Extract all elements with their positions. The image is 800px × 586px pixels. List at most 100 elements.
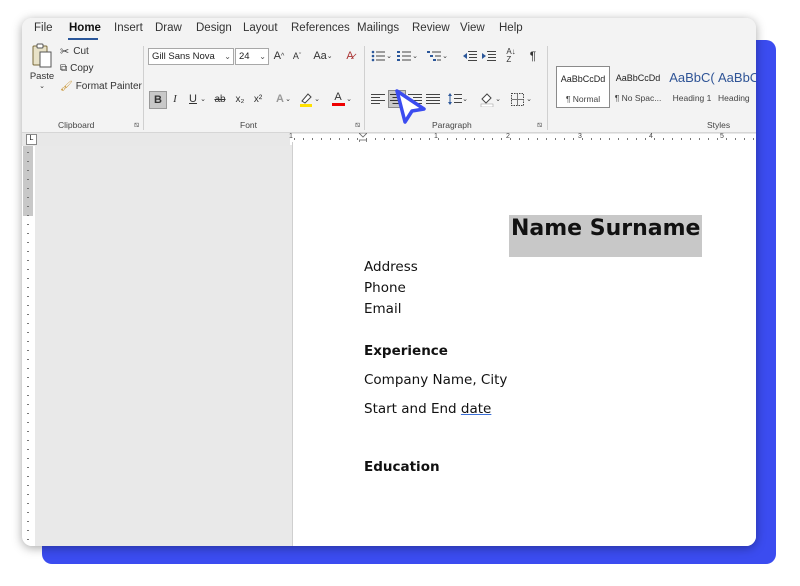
chevron-down-icon[interactable]: ⌄: [39, 82, 45, 90]
tab-view[interactable]: View: [460, 22, 485, 34]
styles-group-label: Styles: [707, 120, 731, 130]
tab-layout[interactable]: Layout: [243, 22, 278, 34]
style-no-spacing[interactable]: AaBbCcDd ¶ No Spac...: [611, 66, 665, 108]
vertical-ruler[interactable]: [22, 146, 36, 546]
tab-file[interactable]: File: [34, 22, 53, 34]
bold-button[interactable]: B: [149, 91, 167, 109]
style-name: ¶ Normal: [565, 94, 601, 104]
decrease-indent-button[interactable]: [462, 48, 478, 64]
style-sample: AaBbCcDd: [615, 73, 661, 83]
ruler-tick: [294, 138, 295, 140]
change-case-button[interactable]: Aa ⌄: [311, 48, 335, 64]
clear-formatting-icon: A̷: [346, 50, 354, 62]
tab-draw[interactable]: Draw: [155, 22, 182, 34]
ruler-tick: [27, 233, 29, 234]
ruler-number: 1: [289, 133, 293, 140]
cut-button[interactable]: ✂ Cut: [60, 45, 89, 58]
ruler-tick: [546, 138, 547, 140]
ruler-tick: [27, 485, 29, 486]
email-line[interactable]: Email: [364, 301, 401, 317]
chevron-down-icon[interactable]: ⌄: [461, 91, 469, 107]
borders-button[interactable]: [509, 91, 525, 107]
ruler-tick: [27, 413, 29, 414]
company-line[interactable]: Company Name, City: [364, 372, 507, 388]
chevron-down-icon[interactable]: ⌄: [199, 91, 207, 107]
bullets-button[interactable]: [370, 48, 386, 64]
copy-button[interactable]: ⧉ Copy: [60, 63, 94, 74]
font-name-select[interactable]: Gill Sans Nova ⌄: [148, 48, 234, 65]
line-spacing-icon: [448, 93, 462, 105]
tab-help[interactable]: Help: [499, 22, 523, 34]
italic-button[interactable]: I: [167, 91, 183, 107]
font-size-select[interactable]: 24 ⌄: [235, 48, 269, 65]
clear-formatting-button[interactable]: A̷: [342, 48, 358, 64]
tab-selector-icon[interactable]: L: [26, 134, 37, 145]
copy-icon: ⧉: [60, 63, 68, 74]
tab-references[interactable]: References: [291, 22, 350, 34]
dialog-launcher-icon[interactable]: ⧅: [134, 120, 139, 130]
ruler-tick: [339, 138, 340, 140]
chevron-down-icon[interactable]: ⌄: [441, 48, 449, 64]
chevron-down-icon[interactable]: ⌄: [313, 91, 321, 107]
style-normal[interactable]: AaBbCcDd ¶ Normal: [556, 66, 610, 108]
style-heading-1[interactable]: AaBbC( Heading 1: [665, 66, 719, 108]
ruler-tick: [27, 395, 29, 396]
shading-button[interactable]: [479, 91, 495, 107]
paste-button[interactable]: Paste ⌄: [29, 43, 55, 97]
ruler-tick: [681, 138, 682, 140]
chevron-down-icon[interactable]: ⌄: [411, 48, 419, 64]
dialog-launcher-icon[interactable]: ⧅: [355, 120, 360, 130]
increase-indent-button[interactable]: [481, 48, 497, 64]
dates-prefix: Start and End: [364, 401, 461, 417]
chevron-down-icon[interactable]: ⌄: [284, 91, 292, 107]
ruler-tick: [393, 138, 394, 140]
ruler-tick: [564, 138, 565, 140]
ruler-tick: [27, 206, 29, 207]
ruler-tick: [627, 138, 628, 140]
ruler-tick: [735, 138, 736, 140]
subscript-button[interactable]: x₂: [232, 91, 248, 107]
multilevel-list-button[interactable]: [426, 48, 442, 64]
resume-name-heading[interactable]: Name Surname: [511, 216, 700, 241]
format-painter-button[interactable]: 🖌 Format Painter: [60, 81, 142, 92]
ruler-tick: [27, 404, 29, 405]
shrink-font-button[interactable]: Aˇ: [289, 48, 305, 64]
grow-font-button[interactable]: A ^: [271, 48, 287, 64]
tab-design[interactable]: Design: [196, 22, 232, 34]
chevron-down-icon[interactable]: ⌄: [525, 91, 533, 107]
phone-line[interactable]: Phone: [364, 280, 406, 296]
sort-button[interactable]: A↓ Z: [503, 48, 519, 64]
show-formatting-button[interactable]: ¶: [525, 48, 541, 64]
experience-heading[interactable]: Experience: [364, 343, 448, 359]
ruler-tick: [27, 314, 29, 315]
tab-home[interactable]: Home: [69, 22, 101, 34]
strikethrough-button[interactable]: ab: [212, 91, 228, 107]
paintbrush-icon: 🖌: [60, 81, 73, 92]
numbering-button[interactable]: [396, 48, 412, 64]
ruler-tick: [27, 179, 29, 180]
superscript-button[interactable]: x²: [250, 91, 266, 107]
tab-mailings[interactable]: Mailings: [357, 22, 399, 34]
style-heading-2[interactable]: AaBbC( Heading: [718, 66, 756, 108]
dates-line[interactable]: Start and End date: [364, 401, 491, 417]
chevron-down-icon[interactable]: ⌄: [494, 91, 502, 107]
ruler-tick: [744, 138, 745, 140]
highlight-button[interactable]: [298, 91, 314, 107]
ruler-tick: [27, 440, 29, 441]
tab-insert[interactable]: Insert: [114, 22, 143, 34]
chevron-down-icon[interactable]: ⌄: [385, 48, 393, 64]
numbered-list-icon: [397, 51, 411, 61]
document-page[interactable]: Name Surname Address Phone Email Experie…: [292, 142, 756, 546]
superscript-icon: x²: [253, 93, 263, 105]
align-left-button[interactable]: [370, 91, 386, 107]
chevron-down-icon[interactable]: ⌄: [345, 91, 353, 107]
dialog-launcher-icon[interactable]: ⧅: [537, 120, 542, 130]
font-color-button[interactable]: A: [330, 90, 346, 106]
education-heading[interactable]: Education: [364, 459, 440, 475]
ribbon: Paste ⌄ ✂ Cut ⧉ Copy 🖌 Format Painter Cl…: [22, 40, 756, 133]
ruler-tick: [483, 138, 484, 140]
address-line[interactable]: Address: [364, 259, 418, 275]
ruler-tick: [303, 138, 304, 140]
tab-review[interactable]: Review: [412, 22, 450, 34]
ruler-tick: [27, 323, 29, 324]
